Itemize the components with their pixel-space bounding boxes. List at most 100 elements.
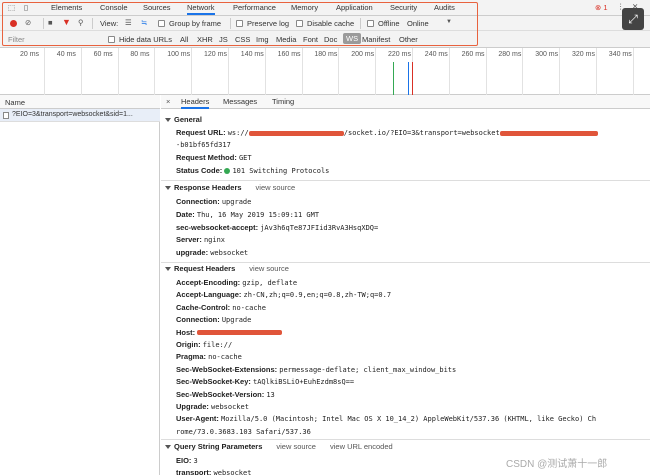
- clear-icon[interactable]: ⊘: [25, 18, 31, 27]
- header-value: upgrade: [221, 198, 252, 206]
- divider: [161, 262, 650, 263]
- filter-type-doc[interactable]: Doc: [324, 35, 337, 44]
- group-by-frame-label: Group by frame: [169, 19, 222, 28]
- tab-memory[interactable]: Memory: [291, 3, 318, 12]
- filter-type-js[interactable]: JS: [219, 35, 228, 44]
- filter-type-xhr[interactable]: XHR: [197, 35, 213, 44]
- document-icon: [3, 112, 9, 119]
- header-row: Origin: file://: [176, 340, 232, 349]
- tab-timing[interactable]: Timing: [272, 97, 294, 106]
- filter-type-all[interactable]: All: [180, 35, 188, 44]
- view-url-encoded-link[interactable]: view URL encoded: [330, 442, 393, 451]
- name-header-label: Name: [5, 98, 26, 107]
- tab-network[interactable]: Network: [187, 3, 215, 15]
- timeline-gridline: [485, 48, 487, 95]
- disable-cache-checkbox[interactable]: [296, 20, 303, 27]
- header-key: Sec-WebSocket-Extensions:: [176, 364, 278, 374]
- waterfall-icon[interactable]: ≒: [141, 18, 147, 27]
- redacted-host: [248, 130, 344, 136]
- header-key: User-Agent:: [176, 414, 219, 424]
- throttling-select[interactable]: Online: [407, 19, 429, 28]
- section-response-headers[interactable]: Response Headers view source: [165, 183, 295, 192]
- view-source-link[interactable]: view source: [276, 442, 316, 451]
- filter-icon[interactable]: ▼: [62, 17, 71, 27]
- header-key: sec-websocket-accept:: [176, 222, 259, 232]
- header-row: EIO: 3: [176, 456, 198, 465]
- timeline-tick-label: 200 ms: [351, 51, 375, 58]
- header-row: Sec-WebSocket-Version: 13: [176, 390, 275, 399]
- expand-icon[interactable]: ⤢: [622, 8, 644, 30]
- divider: [92, 18, 93, 29]
- timeline-gridline: [301, 48, 303, 95]
- preserve-log-checkbox[interactable]: [236, 20, 243, 27]
- header-key: Upgrade:: [176, 402, 209, 411]
- request-list: Name ?EIO=3&transport=websocket&sid=1...: [0, 95, 160, 475]
- filter-type-other[interactable]: Other: [399, 35, 418, 44]
- timeline-tick-label: 80 ms: [130, 51, 150, 58]
- filter-type-ws[interactable]: WS: [343, 33, 362, 44]
- header-key: Sec-WebSocket-Version:: [176, 389, 265, 399]
- header-key: Connection:: [176, 315, 220, 325]
- offline-checkbox[interactable]: [367, 20, 374, 27]
- header-value: 13: [266, 390, 275, 399]
- header-row: Upgrade: websocket: [176, 402, 249, 411]
- record-icon[interactable]: [10, 20, 17, 27]
- status-ok-icon: [224, 168, 231, 175]
- timeline-gridline: [596, 48, 597, 95]
- timeline-gridline: [559, 48, 561, 95]
- error-count-icon[interactable]: ⊗ 1: [595, 3, 608, 12]
- filter-type-manifest[interactable]: Manifest: [362, 35, 390, 44]
- name-column-header[interactable]: Name: [0, 95, 160, 109]
- timeline-gridline: [44, 48, 45, 95]
- timeline-tick-label: 260 ms: [461, 51, 485, 58]
- header-row: upgrade: websocket: [176, 248, 248, 257]
- filter-type-img[interactable]: Img: [256, 35, 269, 44]
- inspect-element-icon[interactable]: ⬚: [8, 3, 15, 12]
- detail-tabs: × Headers Messages Timing: [161, 95, 650, 109]
- header-key: Connection:: [176, 197, 220, 206]
- tab-performance[interactable]: Performance: [233, 3, 276, 12]
- devtools-tab-bar: ⬚ ▯ Elements Console Sources Network Per…: [0, 0, 650, 16]
- tab-headers[interactable]: Headers: [181, 97, 210, 109]
- request-row[interactable]: ?EIO=3&transport=websocket&sid=1...: [0, 109, 160, 122]
- header-row: Host:: [176, 328, 283, 337]
- chevron-down-icon[interactable]: ▼: [446, 19, 452, 25]
- header-value: permessage-deflate; client_max_window_bi…: [279, 365, 457, 374]
- section-request-headers[interactable]: Request Headers view source: [165, 264, 289, 273]
- hide-data-urls-checkbox[interactable]: [108, 36, 115, 43]
- filter-type-font[interactable]: Font: [303, 35, 318, 44]
- timeline-tick-label: 120 ms: [204, 51, 227, 58]
- request-url-row: Request URL: ws:///socket.io/?EIO=3&tran…: [176, 128, 598, 137]
- section-general[interactable]: General: [165, 115, 202, 124]
- capture-screenshots-icon[interactable]: ■: [48, 18, 53, 27]
- tab-audits[interactable]: Audits: [434, 3, 455, 12]
- tab-security[interactable]: Security: [390, 3, 417, 12]
- search-icon[interactable]: ⚲: [78, 18, 84, 27]
- header-key: Sec-WebSocket-Key:: [176, 377, 251, 387]
- filter-type-media[interactable]: Media: [276, 35, 296, 44]
- view-source-link[interactable]: view source: [256, 183, 296, 192]
- view-source-link[interactable]: view source: [249, 264, 289, 273]
- filter-type-css[interactable]: CSS: [235, 35, 250, 44]
- expand-triangle-icon: [165, 118, 171, 123]
- timeline-overview[interactable]: 20 ms 40 ms 60 ms 80 ms 100 ms 120 ms 140 ms 16…: [0, 48, 650, 95]
- divider: [360, 18, 361, 29]
- header-key: Accept-Language:: [176, 290, 242, 300]
- redacted-host: [197, 330, 283, 336]
- tab-elements[interactable]: Elements: [51, 3, 82, 12]
- section-query-string[interactable]: Query String Parameters view source view U…: [165, 442, 393, 451]
- tab-sources[interactable]: Sources: [143, 3, 171, 12]
- tab-application[interactable]: Application: [336, 3, 373, 12]
- group-by-frame-checkbox[interactable]: [158, 20, 165, 27]
- tab-messages[interactable]: Messages: [223, 97, 257, 106]
- large-rows-icon[interactable]: ☰: [125, 18, 132, 27]
- divider: [43, 18, 44, 29]
- filter-input[interactable]: Filter: [8, 35, 25, 44]
- dom-content-loaded-marker: [393, 62, 394, 95]
- close-detail-icon[interactable]: ×: [166, 97, 170, 106]
- preserve-log-label: Preserve log: [247, 19, 290, 28]
- device-toolbar-icon[interactable]: ▯: [24, 3, 28, 12]
- header-row: Date: Thu, 16 May 2019 15:09:11 GMT: [176, 210, 319, 219]
- tab-console[interactable]: Console: [100, 3, 128, 12]
- error-count: 1: [603, 3, 608, 12]
